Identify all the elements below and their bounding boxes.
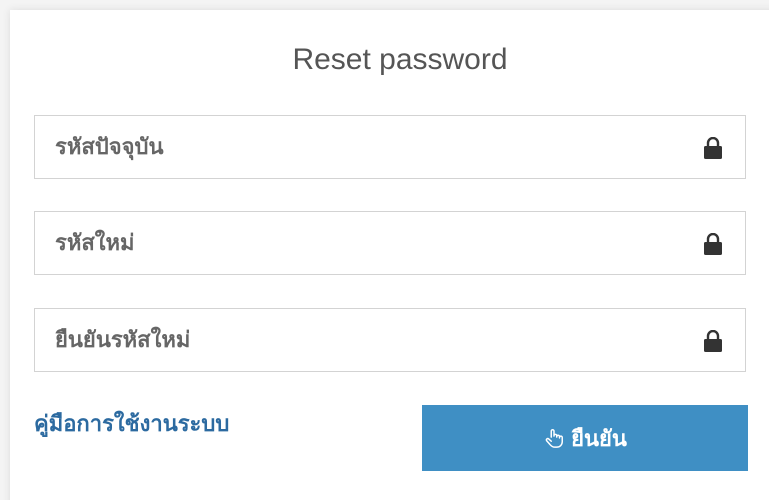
confirm-button[interactable]: ยืนยัน bbox=[422, 405, 748, 471]
current-password-input[interactable] bbox=[35, 116, 745, 178]
hand-pointer-icon bbox=[545, 429, 564, 448]
reset-password-card: Reset password คู่มือการใช้งานระบบ ยืนยั… bbox=[10, 10, 769, 500]
new-password-field bbox=[34, 211, 746, 275]
lock-icon bbox=[704, 233, 722, 255]
confirm-new-password-field bbox=[34, 308, 746, 372]
lock-icon bbox=[704, 137, 722, 159]
user-guide-link[interactable]: คู่มือการใช้งานระบบ bbox=[34, 410, 229, 438]
confirm-button-label: ยืนยัน bbox=[571, 425, 627, 451]
current-password-field bbox=[34, 115, 746, 179]
form-title: Reset password bbox=[292, 43, 508, 76]
new-password-input[interactable] bbox=[35, 212, 745, 274]
lock-icon bbox=[704, 330, 722, 352]
page: Reset password คู่มือการใช้งานระบบ ยืนยั… bbox=[0, 0, 769, 500]
confirm-new-password-input[interactable] bbox=[35, 309, 745, 371]
